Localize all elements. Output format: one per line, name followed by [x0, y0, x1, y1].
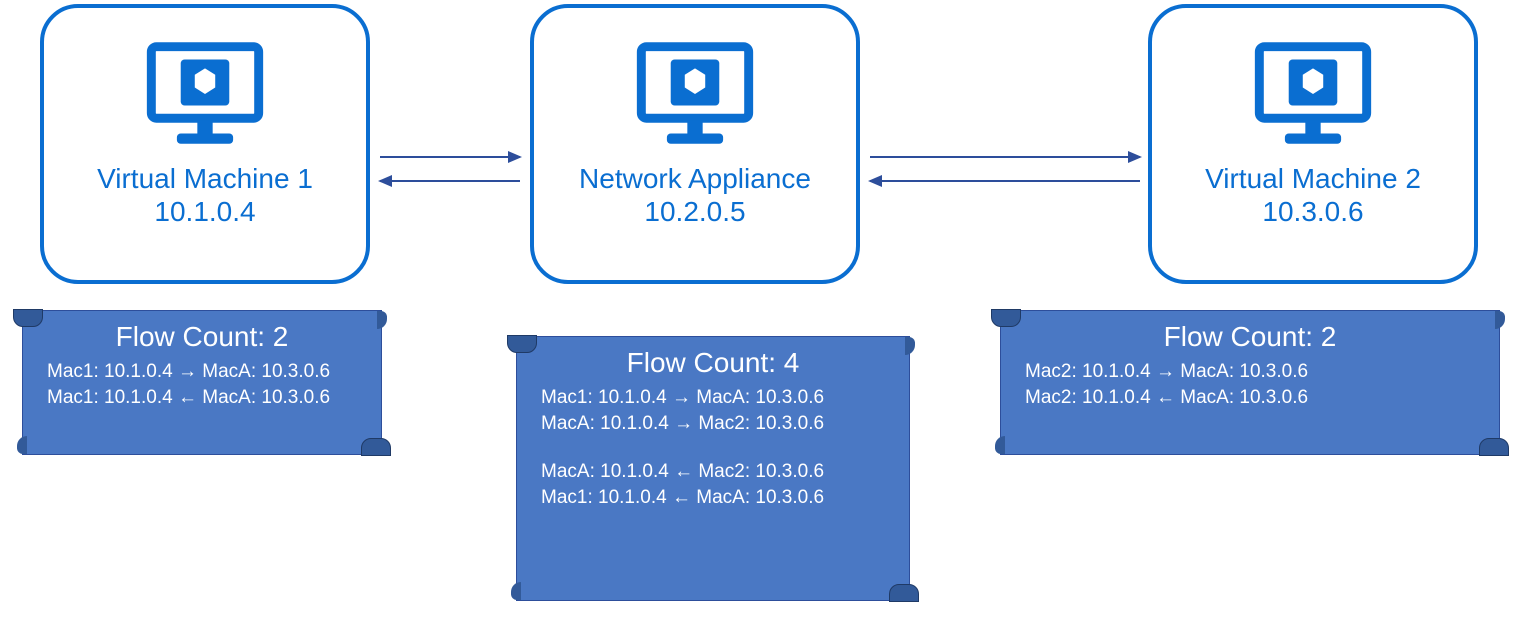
virtual-machine-icon: [625, 36, 765, 156]
virtual-machine-icon: [1243, 36, 1383, 156]
arrow-left-icon: [380, 180, 520, 182]
node-nva-label: Network Appliance: [579, 162, 811, 196]
flow-title: Flow Count: 2: [1001, 311, 1499, 359]
flow-row: Mac1: 10.1.0.4 → MacA: 10.3.0.6: [23, 359, 381, 385]
arrow-right-icon: [380, 156, 520, 158]
virtual-machine-icon: [135, 36, 275, 156]
node-vm1: Virtual Machine 1 10.1.0.4: [40, 4, 370, 284]
flow-title: Flow Count: 2: [23, 311, 381, 359]
arrow-left-icon: [870, 180, 1140, 182]
flow-row: Mac2: 10.1.0.4 → MacA: 10.3.0.6: [1001, 359, 1499, 385]
node-vm2: Virtual Machine 2 10.3.0.6: [1148, 4, 1478, 284]
node-vm2-label: Virtual Machine 2: [1205, 162, 1421, 196]
flow-row: Mac1: 10.1.0.4 ← MacA: 10.3.0.6: [517, 485, 909, 511]
node-nva: Network Appliance 10.2.0.5: [530, 4, 860, 284]
flow-panel-vm2: Flow Count: 2 Mac2: 10.1.0.4 → MacA: 10.…: [1000, 310, 1500, 455]
flow-title: Flow Count: 4: [517, 337, 909, 385]
flow-row: Mac1: 10.1.0.4 → MacA: 10.3.0.6: [517, 385, 909, 411]
flow-row: MacA: 10.1.0.4 → Mac2: 10.3.0.6: [517, 411, 909, 437]
arrow-right-icon: [870, 156, 1140, 158]
node-vm2-ip: 10.3.0.6: [1262, 196, 1363, 228]
flow-panel-vm1: Flow Count: 2 Mac1: 10.1.0.4 → MacA: 10.…: [22, 310, 382, 455]
node-nva-ip: 10.2.0.5: [644, 196, 745, 228]
flow-row: Mac1: 10.1.0.4 ← MacA: 10.3.0.6: [23, 385, 381, 411]
flow-panel-nva: Flow Count: 4 Mac1: 10.1.0.4 → MacA: 10.…: [516, 336, 910, 601]
node-vm1-label: Virtual Machine 1: [97, 162, 313, 196]
diagram-canvas: Virtual Machine 1 10.1.0.4 Network Appli…: [0, 0, 1524, 626]
node-vm1-ip: 10.1.0.4: [154, 196, 255, 228]
flow-row: MacA: 10.1.0.4 ← Mac2: 10.3.0.6: [517, 459, 909, 485]
flow-row: Mac2: 10.1.0.4 ← MacA: 10.3.0.6: [1001, 385, 1499, 411]
